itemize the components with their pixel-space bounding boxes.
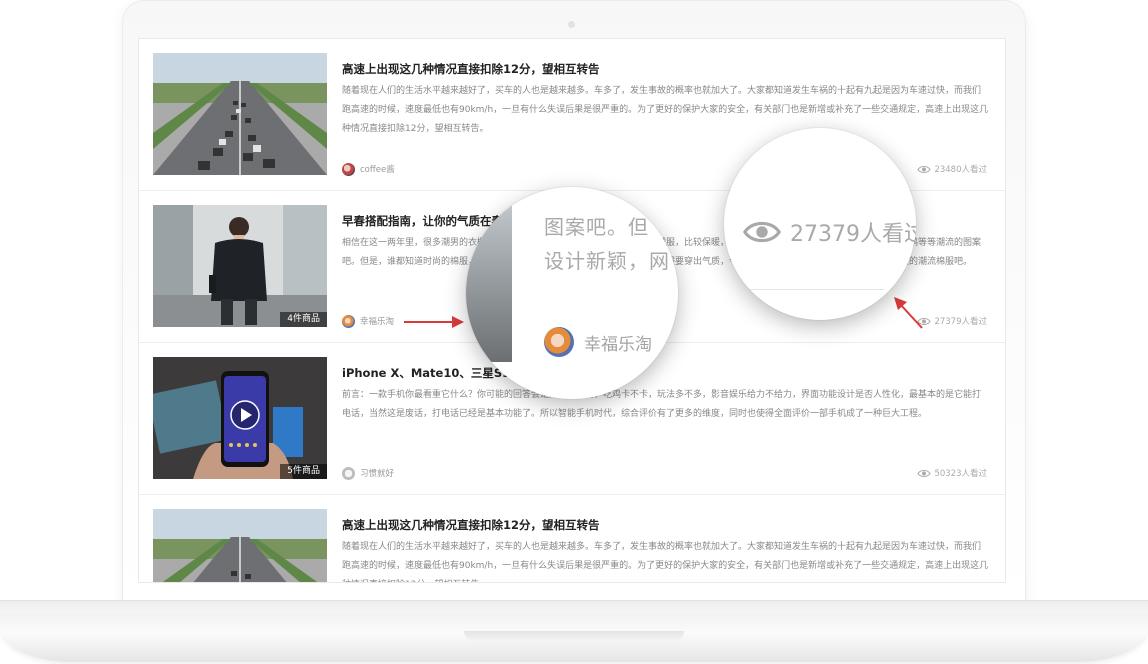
article-excerpt: 前言：一款手机你最看重它什么？你可能的回答会是外观要好看，吃鸡卡不卡，玩法多不多… (342, 390, 982, 419)
view-count: 50323人看过 (917, 466, 987, 480)
author-name[interactable]: 习惯就好 (360, 467, 394, 479)
zoom-excerpt-line: 图案吧。但 (544, 215, 649, 239)
article-title[interactable]: iPhone X、Mate10、三星S9 对比 (342, 365, 982, 381)
zoom-view-count-text: 27379人看过 (790, 222, 916, 247)
highway-image (153, 53, 327, 175)
view-count-text: 23480人看过 (934, 165, 987, 175)
divider (724, 289, 884, 290)
laptop-notch (464, 631, 684, 641)
article-author[interactable]: 幸福乐淘 (342, 314, 394, 328)
article-title[interactable]: 高速上出现这几种情况直接扣除12分，望相互转告 (342, 61, 982, 77)
eye-icon (917, 469, 932, 477)
product-count-badge: 5件商品 (280, 464, 327, 479)
view-count: 27379人看过 (917, 314, 987, 328)
article-thumbnail-highway[interactable] (153, 53, 327, 175)
product-count-badge: 4件商品 (280, 312, 327, 327)
zoom-author: 幸福乐淘 (544, 327, 652, 357)
author-name[interactable]: 幸福乐淘 (360, 315, 394, 327)
article-thumbnail-phone[interactable]: 5件商品 (153, 357, 327, 479)
view-count-text: 27379人看过 (934, 317, 987, 327)
phone-image (153, 357, 327, 479)
view-count-text: 50323人看过 (934, 469, 987, 479)
zoom-thumbnail-edge (466, 187, 512, 362)
zoom-author-name: 幸福乐淘 (584, 334, 652, 355)
author-name[interactable]: coffee酱 (360, 163, 395, 175)
author-avatar[interactable] (342, 466, 355, 480)
camera-icon (568, 21, 575, 28)
article-thumbnail-fashion[interactable]: 4件商品 (153, 205, 327, 327)
article-author[interactable]: coffee酱 (342, 162, 395, 176)
author-avatar (544, 327, 574, 357)
eye-icon (743, 221, 781, 243)
zoom-excerpt-line: 设计新颖，网 (544, 249, 670, 273)
article-title[interactable]: 高速上出现这几种情况直接扣除12分，望相互转告 (342, 517, 982, 533)
article-item[interactable]: 高速上出现这几种情况直接扣除12分，望相互转告 随着现在人们的生活水平越来越好了… (139, 495, 1005, 582)
view-count: 23480人看过 (917, 162, 987, 176)
highway-image (153, 509, 327, 582)
author-avatar[interactable] (342, 162, 355, 176)
article-author[interactable]: 习惯就好 (342, 466, 394, 480)
fashion-image (153, 205, 327, 327)
author-avatar[interactable] (342, 314, 355, 328)
arrow-icon (894, 297, 923, 329)
article-thumbnail-highway[interactable] (153, 509, 327, 582)
article-excerpt: 随着现在人们的生活水平越来越好了，买车的人也是越来越多。车多了，发生事故的概率也… (342, 542, 989, 582)
arrow-icon (404, 316, 464, 328)
zoom-lens-views: 27379人看过 (724, 128, 916, 320)
eye-icon (917, 165, 932, 173)
zoom-lens-author: 图案吧。但 设计新颖，网 幸福乐淘 (466, 187, 678, 399)
zoom-view-count: 27379人看过 (742, 216, 916, 248)
article-excerpt: 随着现在人们的生活水平越来越好了，买车的人也是越来越多。车多了，发生事故的概率也… (342, 86, 989, 134)
